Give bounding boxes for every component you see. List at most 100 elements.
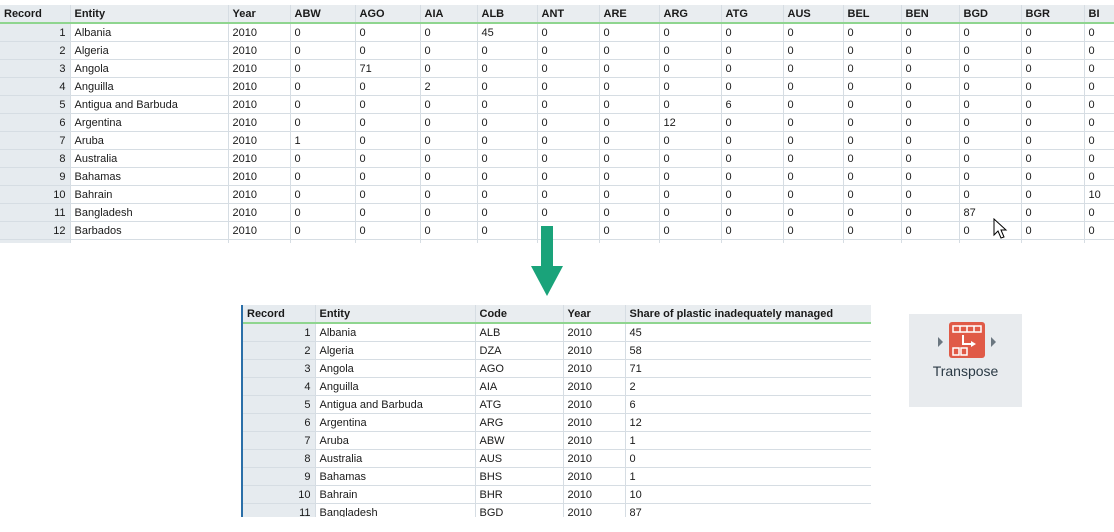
wide-grid-cell[interactable]: 0 xyxy=(420,185,478,204)
wide-grid-cell[interactable]: 0 xyxy=(1084,113,1114,132)
wide-grid-cell[interactable]: 0 xyxy=(901,185,960,204)
wide-grid-cell[interactable]: 0 xyxy=(537,203,600,222)
transposed-grid-column-header[interactable]: Entity xyxy=(315,305,476,324)
wide-grid-cell[interactable]: 0 xyxy=(477,221,538,240)
transposed-grid-cell[interactable]: 2010 xyxy=(563,359,626,378)
wide-grid-cell[interactable]: 0 xyxy=(355,149,421,168)
wide-grid-cell[interactable]: 0 xyxy=(721,221,784,240)
wide-grid-cell[interactable]: 0 xyxy=(901,221,960,240)
wide-grid-cell[interactable]: 0 xyxy=(1084,95,1114,114)
wide-grid-cell[interactable]: 0 xyxy=(355,203,421,222)
wide-grid-column-header[interactable]: AGO xyxy=(355,5,421,24)
wide-grid-record-number[interactable]: 9 xyxy=(0,167,71,186)
wide-data-grid[interactable]: Record Entity Year ABW AGO AIA ALB ANT ARE ARG ATG… xyxy=(0,5,1114,243)
wide-grid-cell[interactable]: 0 xyxy=(721,113,784,132)
transposed-grid-record-number[interactable]: 1 xyxy=(243,323,316,342)
transposed-grid-record-number[interactable]: 3 xyxy=(243,359,316,378)
wide-grid-cell[interactable]: 0 xyxy=(721,23,784,42)
transposed-grid-cell[interactable]: 1 xyxy=(625,431,871,450)
wide-grid-table-row[interactable]: 3 Angola 2010 0 71 0 0 0 0 0 0 0 0 0 0 0 0 xyxy=(0,59,1114,78)
wide-grid-cell[interactable]: 0 xyxy=(290,167,356,186)
wide-grid-cell[interactable]: 0 xyxy=(1021,95,1085,114)
wide-grid-cell[interactable] xyxy=(420,239,478,243)
transposed-grid-table-row[interactable]: 3 Angola AGO 2010 71 xyxy=(243,359,871,378)
transposed-grid-cell[interactable]: 2010 xyxy=(563,323,626,342)
wide-grid-cell[interactable]: 0 xyxy=(959,23,1022,42)
wide-grid-cell[interactable]: 0 xyxy=(659,95,722,114)
wide-grid-cell[interactable]: 2010 xyxy=(228,113,291,132)
wide-grid-cell[interactable]: 0 xyxy=(959,167,1022,186)
wide-grid-cell[interactable]: 0 xyxy=(843,77,902,96)
transposed-grid-table-row[interactable]: 11 Bangladesh BGD 2010 87 xyxy=(243,503,871,517)
wide-grid-table-row[interactable]: 4 Anguilla 2010 0 0 2 0 0 0 0 0 0 0 0 0 0 0 xyxy=(0,77,1114,96)
transposed-grid-cell[interactable]: Bangladesh xyxy=(315,503,476,517)
wide-grid-cell[interactable]: 0 xyxy=(1021,221,1085,240)
transposed-grid-table-row[interactable]: 6 Argentina ARG 2010 12 xyxy=(243,413,871,432)
wide-grid-cell[interactable]: 0 xyxy=(843,221,902,240)
wide-grid-cell[interactable]: 0 xyxy=(599,221,660,240)
wide-grid-cell[interactable]: 0 xyxy=(420,149,478,168)
wide-grid-cell[interactable]: 0 xyxy=(721,59,784,78)
wide-grid-cell[interactable]: 0 xyxy=(901,23,960,42)
wide-grid-cell[interactable]: 0 xyxy=(901,131,960,150)
wide-grid-cell[interactable]: 0 xyxy=(901,113,960,132)
wide-grid-cell[interactable]: 0 xyxy=(599,59,660,78)
wide-grid-cell[interactable]: 0 xyxy=(355,131,421,150)
wide-grid-record-number[interactable]: 12 xyxy=(0,221,71,240)
transposed-grid-cell[interactable]: Australia xyxy=(315,449,476,468)
transposed-grid-column-header[interactable]: Year xyxy=(563,305,626,324)
wide-grid-cell[interactable]: 0 xyxy=(721,41,784,60)
transposed-grid-cell[interactable]: 2010 xyxy=(563,341,626,360)
wide-grid-cell[interactable]: 0 xyxy=(290,113,356,132)
wide-grid-table-row[interactable]: 2 Algeria 2010 0 0 0 0 0 0 0 0 0 0 0 0 0 0 xyxy=(0,41,1114,60)
wide-grid-cell[interactable]: 0 xyxy=(783,59,844,78)
wide-grid-cell[interactable]: 0 xyxy=(843,95,902,114)
wide-grid-cell[interactable]: 2010 xyxy=(228,221,291,240)
wide-grid-column-header[interactable]: BI xyxy=(1084,5,1114,24)
transposed-grid-cell[interactable]: Angola xyxy=(315,359,476,378)
wide-grid-cell[interactable]: 0 xyxy=(290,77,356,96)
wide-grid-cell[interactable]: 0 xyxy=(420,167,478,186)
wide-grid-cell[interactable]: 0 xyxy=(599,203,660,222)
wide-grid-cell[interactable] xyxy=(290,239,356,243)
wide-grid-cell[interactable]: 0 xyxy=(659,221,722,240)
transposed-grid-cell[interactable]: ABW xyxy=(475,431,564,450)
wide-grid-cell[interactable]: 0 xyxy=(355,221,421,240)
wide-grid-column-header[interactable]: ALB xyxy=(477,5,538,24)
wide-grid-cell[interactable] xyxy=(1084,239,1114,243)
wide-grid-cell[interactable]: 0 xyxy=(843,131,902,150)
wide-grid-cell[interactable]: 0 xyxy=(783,203,844,222)
transposed-grid-table-row[interactable]: 1 Albania ALB 2010 45 xyxy=(243,323,871,342)
wide-grid-cell[interactable]: 0 xyxy=(1021,23,1085,42)
transposed-grid-cell[interactable]: ATG xyxy=(475,395,564,414)
transposed-grid-table-row[interactable]: 5 Antigua and Barbuda ATG 2010 6 xyxy=(243,395,871,414)
transposed-grid-cell[interactable]: Argentina xyxy=(315,413,476,432)
wide-grid-cell[interactable]: Angola xyxy=(70,59,229,78)
wide-grid-cell[interactable]: 0 xyxy=(420,203,478,222)
wide-grid-record-number[interactable]: 13 xyxy=(0,239,71,243)
wide-grid-cell[interactable]: 2010 xyxy=(228,167,291,186)
wide-grid-cell[interactable] xyxy=(477,239,538,243)
wide-grid-cell[interactable]: Argentina xyxy=(70,113,229,132)
wide-grid-cell[interactable]: 0 xyxy=(477,95,538,114)
transposed-grid-cell[interactable]: AIA xyxy=(475,377,564,396)
transposed-grid-cell[interactable]: 2010 xyxy=(563,485,626,504)
wide-grid-cell[interactable]: 0 xyxy=(783,167,844,186)
wide-grid-cell[interactable]: 2 xyxy=(420,77,478,96)
transposed-grid-record-number[interactable]: 6 xyxy=(243,413,316,432)
wide-grid-cell[interactable]: 0 xyxy=(1021,203,1085,222)
wide-grid-cell[interactable]: 0 xyxy=(537,23,600,42)
wide-grid-cell[interactable]: 0 xyxy=(783,221,844,240)
wide-grid-cell[interactable]: 0 xyxy=(355,167,421,186)
wide-grid-cell[interactable]: Aruba xyxy=(70,131,229,150)
wide-grid-cell[interactable] xyxy=(721,239,784,243)
wide-grid-record-number[interactable]: 11 xyxy=(0,203,71,222)
wide-grid-cell[interactable]: 0 xyxy=(1021,41,1085,60)
wide-grid-cell[interactable]: 0 xyxy=(783,149,844,168)
wide-grid-cell[interactable]: 2010 xyxy=(228,59,291,78)
transposed-grid-column-header[interactable]: Code xyxy=(475,305,564,324)
wide-grid-cell[interactable]: Bahamas xyxy=(70,167,229,186)
wide-grid-cell[interactable]: 0 xyxy=(1021,131,1085,150)
wide-grid-cell[interactable]: 0 xyxy=(721,203,784,222)
wide-grid-cell[interactable]: 45 xyxy=(477,23,538,42)
